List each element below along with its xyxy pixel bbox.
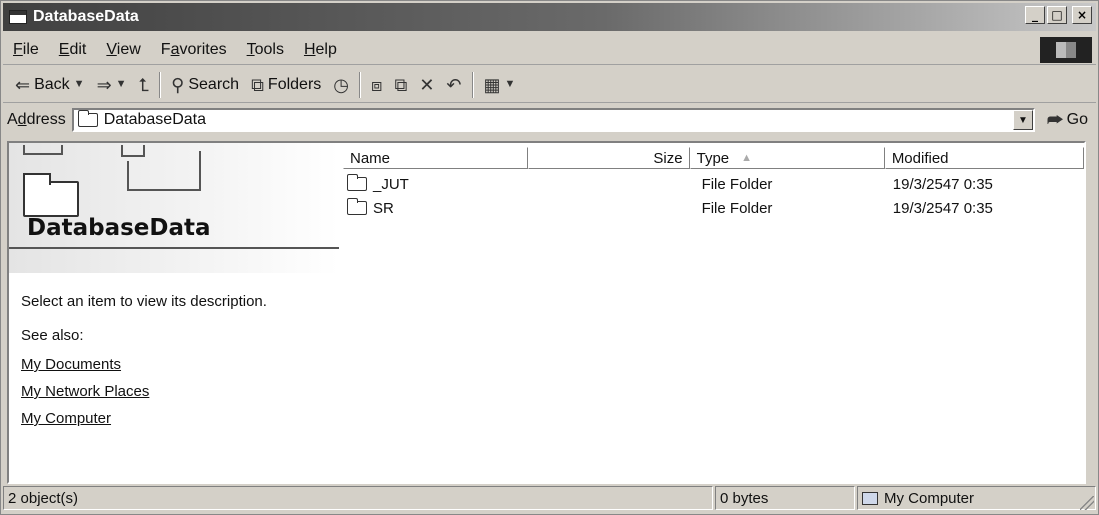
title-bar[interactable]: DatabaseData _ □ ×: [3, 3, 1096, 31]
address-value: DatabaseData: [103, 111, 206, 128]
toolbar-separator: [159, 71, 162, 98]
column-size[interactable]: Size: [528, 147, 690, 169]
menu-file[interactable]: File: [3, 41, 49, 59]
caption-buttons: _ □ ×: [1025, 6, 1092, 24]
back-label: Back: [34, 75, 70, 93]
menu-edit[interactable]: Edit: [49, 41, 97, 59]
list-item[interactable]: _JUT File Folder 19/3/2547 0:35: [343, 173, 1084, 195]
decor-bracket: [121, 145, 145, 157]
item-name-cell: _JUT: [343, 174, 528, 193]
item-type-cell: File Folder: [701, 175, 773, 193]
sort-ascending-icon: ▲: [741, 152, 753, 164]
back-button[interactable]: ⇐ Back ▼: [9, 70, 91, 100]
folders-label: Folders: [267, 75, 322, 93]
see-also-heading: See also:: [21, 327, 84, 344]
move-to-button[interactable]: ⧈: [365, 70, 388, 100]
resize-grip[interactable]: [1080, 496, 1094, 510]
content-area: DatabaseData Select an item to view its …: [7, 141, 1086, 484]
decor-bracket: [23, 145, 63, 155]
back-arrow-icon: ⇐: [15, 74, 31, 95]
forward-button[interactable]: ⇒ ▼: [91, 70, 133, 100]
toolbar: ⇐ Back ▼ ⇒ ▼ ⮤ ⚲ Search ⧉ Folders ◷ ⧈ ⧉: [3, 67, 1096, 103]
copy-to-icon: ⧉: [394, 74, 408, 95]
delete-button[interactable]: ✕: [413, 70, 440, 100]
column-name[interactable]: Name: [343, 147, 529, 169]
item-type-cell: File Folder: [701, 199, 773, 217]
history-icon: ◷: [333, 74, 349, 95]
folder-icon: [347, 198, 367, 215]
link-my-documents[interactable]: My Documents: [21, 351, 149, 378]
copy-to-button[interactable]: ⧉: [388, 70, 413, 100]
item-modified-cell: 19/3/2547 0:35: [892, 199, 993, 217]
file-list: Name Size Type ▲ Modified _JUT File Folde…: [343, 143, 1084, 482]
status-zone: My Computer: [857, 486, 1096, 510]
description-text: Select an item to view its description.: [21, 293, 267, 310]
undo-button[interactable]: ↶: [440, 70, 467, 100]
banner-underline: [9, 247, 339, 249]
status-object-count: 2 object(s): [3, 486, 713, 510]
address-field[interactable]: DatabaseData ▼: [71, 108, 1035, 132]
computer-icon: [862, 491, 878, 505]
column-type[interactable]: Type ▲: [689, 147, 885, 169]
list-header: Name Size Type ▲ Modified: [343, 147, 1084, 169]
maximize-button[interactable]: □: [1047, 6, 1067, 24]
delete-icon: ✕: [419, 74, 435, 95]
close-button[interactable]: ×: [1072, 6, 1092, 24]
menu-help[interactable]: Help: [294, 41, 347, 59]
views-dropdown-icon: ▼: [504, 78, 516, 90]
status-size: 0 bytes: [715, 486, 855, 510]
move-to-icon: ⧈: [371, 74, 383, 95]
views-icon: ▦: [483, 74, 501, 95]
address-label: Address: [7, 111, 66, 128]
item-name-cell: SR: [343, 198, 528, 217]
address-bar: Address DatabaseData ▼ ⮫ Go: [3, 105, 1096, 135]
link-my-computer[interactable]: My Computer: [21, 405, 149, 432]
undo-icon: ↶: [446, 74, 462, 95]
forward-arrow-icon: ⇒: [96, 74, 112, 95]
search-icon: ⚲: [171, 74, 185, 95]
folder-title: DatabaseData: [27, 215, 211, 241]
toolbar-separator: [471, 71, 474, 98]
folder-icon: [347, 174, 367, 191]
search-button[interactable]: ⚲ Search: [165, 70, 245, 100]
toolbar-separator: [359, 71, 361, 98]
search-label: Search: [188, 75, 240, 93]
up-folder-button[interactable]: ⮤: [133, 70, 156, 100]
see-also-links: My Documents My Network Places My Comput…: [21, 351, 149, 432]
window-title: DatabaseData: [33, 8, 139, 25]
large-folder-icon: [23, 173, 79, 217]
history-button[interactable]: ◷: [327, 70, 355, 100]
up-folder-icon: ⮤: [138, 74, 150, 95]
list-item[interactable]: SR File Folder 19/3/2547 0:35: [343, 197, 1084, 219]
go-label: Go: [1066, 111, 1088, 128]
folders-icon: ⧉: [251, 74, 264, 95]
menu-view[interactable]: View: [96, 41, 150, 59]
forward-dropdown-icon[interactable]: ▼: [116, 79, 127, 90]
item-modified-cell: 19/3/2547 0:35: [892, 175, 993, 193]
window-icon: [9, 10, 27, 24]
folder-icon: [77, 110, 98, 127]
menu-tools[interactable]: Tools: [237, 41, 294, 59]
web-view-pane: DatabaseData Select an item to view its …: [9, 143, 339, 482]
folders-button[interactable]: ⧉ Folders: [245, 70, 327, 100]
menu-bar: File Edit View Favorites Tools Help: [3, 35, 1096, 65]
column-modified[interactable]: Modified: [884, 147, 1084, 169]
address-dropdown-button[interactable]: ▼: [1012, 110, 1033, 130]
go-arrow-icon: ⮫: [1046, 110, 1064, 130]
views-button[interactable]: ▦ ▼: [478, 70, 522, 100]
explorer-window: DatabaseData _ □ × File Edit View Favori…: [0, 0, 1099, 515]
menu-favorites[interactable]: Favorites: [151, 41, 237, 59]
link-my-network-places[interactable]: My Network Places: [21, 378, 149, 405]
folder-banner: DatabaseData: [9, 143, 339, 273]
minimize-button[interactable]: _: [1025, 6, 1045, 24]
decor-bracket: [127, 161, 201, 191]
go-button[interactable]: ⮫ Go: [1035, 111, 1096, 129]
status-bar: 2 object(s) 0 bytes My Computer: [3, 486, 1096, 512]
back-dropdown-icon[interactable]: ▼: [74, 79, 85, 90]
windows-logo-icon: [1040, 37, 1092, 63]
